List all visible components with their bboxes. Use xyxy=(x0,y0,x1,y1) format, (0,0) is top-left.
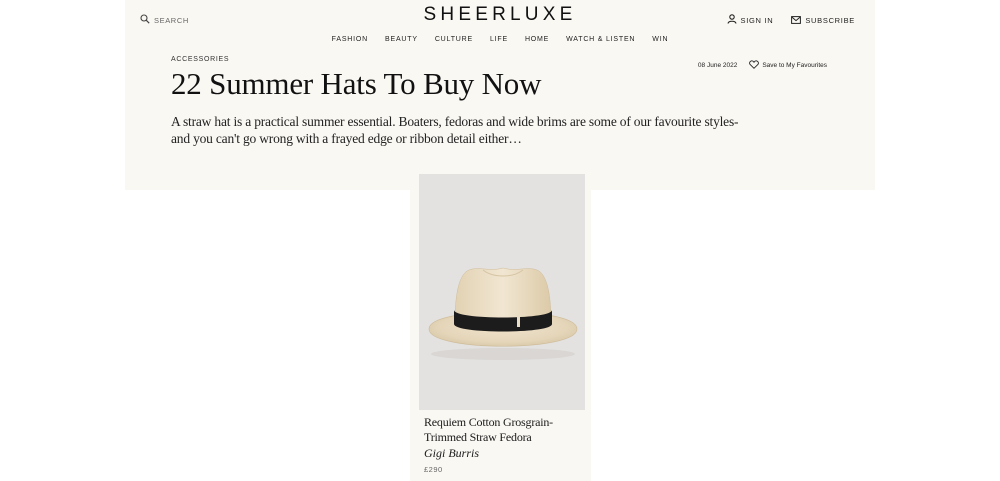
nav-item-watch-listen[interactable]: WATCH & LISTEN xyxy=(566,36,635,43)
product-price: £290 xyxy=(424,465,443,474)
product-name[interactable]: Requiem Cotton Grosgrain-Trimmed Straw F… xyxy=(424,415,584,445)
category-link[interactable]: ACCESSORIES xyxy=(171,56,229,63)
site-logo[interactable]: SHEERLUXE xyxy=(424,4,577,25)
article-standfirst: A straw hat is a practical summer essent… xyxy=(171,114,739,146)
article-meta-right: 08 June 2022 Save to My Favourites xyxy=(698,56,827,74)
product-brand: Gigi Burris xyxy=(424,446,480,460)
product-card[interactable]: Requiem Cotton Grosgrain-Trimmed Straw F… xyxy=(410,174,591,481)
envelope-icon xyxy=(791,11,802,29)
nav-item-fashion[interactable]: FASHION xyxy=(332,36,368,43)
straw-fedora-hat-image xyxy=(428,267,578,360)
nav-item-beauty[interactable]: BEAUTY xyxy=(385,36,418,43)
subscribe-label: SUBSCRIBE xyxy=(805,15,855,25)
top-bar: SEARCH SHEERLUXE SIGN IN SUBSCRIBE FASHI… xyxy=(0,0,1000,52)
save-to-favourites-label: Save to My Favourites xyxy=(762,61,827,69)
search-icon[interactable] xyxy=(140,11,150,29)
search-button[interactable]: SEARCH xyxy=(140,11,189,29)
nav-item-culture[interactable]: CULTURE xyxy=(435,36,473,43)
nav-item-life[interactable]: LIFE xyxy=(490,36,508,43)
article-title: 22 Summer Hats To Buy Now xyxy=(171,66,542,101)
nav-item-home[interactable]: HOME xyxy=(525,36,549,43)
account-links: SIGN IN SUBSCRIBE xyxy=(726,11,855,29)
publish-date: 08 June 2022 xyxy=(697,61,738,69)
page: SEARCH SHEERLUXE SIGN IN SUBSCRIBE FASHI… xyxy=(0,0,1000,481)
save-to-favourites-button[interactable]: Save to My Favourites xyxy=(749,56,827,74)
subscribe-link[interactable]: SUBSCRIBE xyxy=(791,11,855,29)
user-icon xyxy=(726,11,737,29)
sign-in-link[interactable]: SIGN IN xyxy=(726,11,774,29)
main-nav: FASHION BEAUTY CULTURE LIFE HOME WATCH &… xyxy=(0,36,1000,43)
search-label: SEARCH xyxy=(154,15,189,25)
heart-icon xyxy=(749,56,760,74)
sign-in-label: SIGN IN xyxy=(740,15,774,25)
product-image[interactable] xyxy=(419,174,585,410)
nav-item-win[interactable]: WIN xyxy=(652,36,668,43)
